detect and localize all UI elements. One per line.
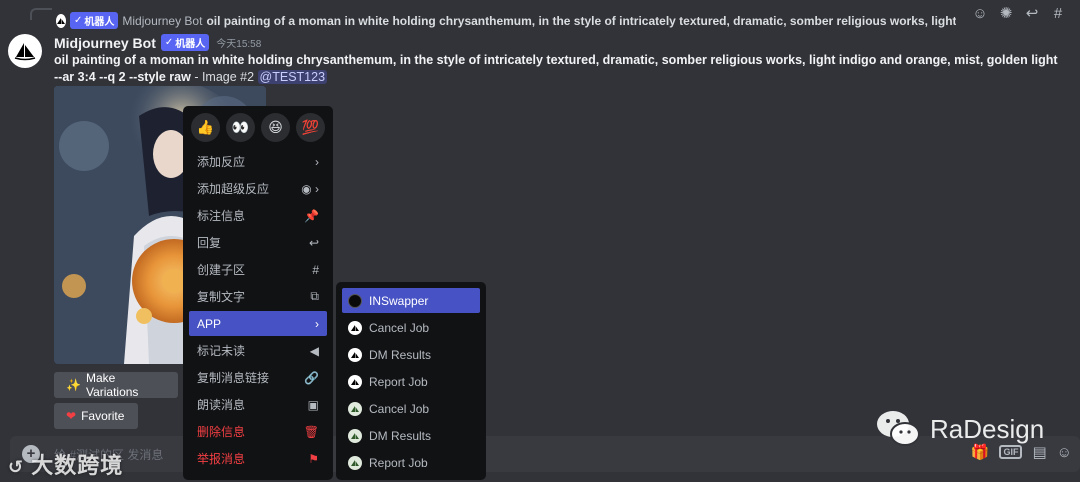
chevron-right-icon: › — [315, 316, 319, 331]
menu-add-super-reaction[interactable]: 添加超级反应 ◉ › — [189, 176, 327, 201]
mark-unread-icon: ◀ — [309, 343, 319, 358]
midjourney-icon — [348, 347, 362, 362]
emoji-icon[interactable]: ☺ — [1057, 444, 1072, 461]
submenu-item-label: Cancel Job — [369, 401, 430, 416]
favorite-button[interactable]: ❤ Favorite — [54, 403, 138, 429]
submenu-item-label: Report Job — [369, 455, 428, 470]
message-header: Midjourney Bot ✓ 机器人 今天15:58 — [54, 34, 261, 51]
hundred-icon[interactable]: 💯 — [296, 113, 325, 142]
submenu-item-label: Cancel Job — [369, 320, 430, 335]
watermark-left-text: 大数跨境 — [31, 453, 124, 478]
submenu-item-label: Report Job — [369, 374, 428, 389]
chevron-right-icon: › — [315, 154, 319, 169]
bot-mini-avatar — [56, 13, 66, 28]
reply-icon[interactable]: ↩ — [1022, 4, 1042, 22]
eyes-icon[interactable]: 👀 — [226, 113, 255, 142]
pin-icon: 📌 — [304, 208, 319, 223]
trash-icon: 🗑 — [303, 424, 319, 439]
reply-bot-name[interactable]: Midjourney Bot — [122, 14, 202, 28]
submenu-item-label: DM Results — [369, 428, 432, 443]
make-variations-label: Make Variations — [85, 371, 139, 399]
message-toolbar: ☺ ✺ ↩ # — [964, 2, 1074, 24]
watermark-left: ↺ 大数跨境 — [8, 448, 123, 480]
menu-create-thread[interactable]: 创建子区 # — [189, 257, 327, 282]
menu-speak-message[interactable]: 朗读消息 ▣ — [189, 392, 327, 417]
watermark-right-text: RaDesign — [930, 413, 1045, 444]
menu-mark-unread[interactable]: 标记未读 ◀ — [189, 338, 327, 363]
message-content: oil painting of a moman in white holding… — [54, 52, 1064, 86]
bot-tag: ✓ 机器人 — [160, 34, 210, 51]
username[interactable]: Midjourney Bot — [54, 35, 156, 51]
menu-item-label: 创建子区 — [197, 263, 246, 277]
menu-copy-link[interactable]: 复制消息链接 🔗 — [189, 365, 327, 390]
sparkle-icon: ✨ — [66, 378, 81, 392]
menu-delete-message[interactable]: 删除信息 🗑 — [189, 419, 327, 444]
quick-reactions: 👍 👀 😆 💯 — [189, 112, 327, 143]
menu-report-message[interactable]: 举报消息 ⚑ — [189, 446, 327, 471]
midjourney-icon — [348, 374, 362, 389]
bot-tag: ✓ 机器人 — [70, 12, 119, 29]
niji-icon — [348, 428, 362, 443]
menu-item-label: 复制文字 — [197, 290, 246, 304]
favorite-label: Favorite — [81, 409, 125, 423]
reply-icon: ↩ — [308, 235, 319, 250]
speak-icon: ▣ — [307, 397, 319, 412]
app-report-job[interactable]: Report Job — [342, 369, 480, 394]
link-icon: 🔗 — [304, 370, 319, 385]
heart-icon: ❤ — [66, 409, 77, 423]
menu-item-label: APP — [197, 316, 222, 331]
menu-reply[interactable]: 回复 ↩ — [189, 230, 327, 255]
menu-app[interactable]: APP › — [189, 311, 327, 336]
submenu-item-label: DM Results — [369, 347, 432, 362]
reply-prompt: oil painting of a moman in white holding… — [206, 13, 956, 28]
niji-icon — [348, 455, 362, 470]
menu-item-label: 删除信息 — [197, 425, 246, 439]
inswapper-icon — [348, 293, 362, 308]
grin-icon[interactable]: 😆 — [261, 113, 290, 142]
reply-connector — [30, 8, 52, 20]
menu-item-label: 朗读消息 — [197, 398, 246, 412]
message-suffix: - Image #2 — [190, 70, 258, 84]
menu-item-label: 举报消息 — [197, 452, 246, 466]
app-niji-cancel-job[interactable]: Cancel Job — [342, 396, 480, 421]
midjourney-icon — [348, 320, 362, 335]
super-reaction-icon[interactable]: ✺ — [996, 4, 1016, 22]
menu-item-label: 标记未读 — [197, 344, 246, 358]
app-inswapper[interactable]: INSwapper — [342, 288, 480, 313]
avatar[interactable] — [8, 34, 42, 68]
watermark-logo-icon: ↺ — [8, 457, 25, 477]
thumbs-up-icon[interactable]: 👍 — [191, 113, 220, 142]
make-variations-button[interactable]: ✨ Make Variations — [54, 371, 178, 399]
app-niji-report-job[interactable]: Report Job — [342, 450, 480, 475]
app-dm-results[interactable]: DM Results — [342, 342, 480, 367]
user-mention[interactable]: @TEST123 — [257, 70, 328, 84]
menu-item-label: 标注信息 — [197, 209, 246, 223]
reply-reference[interactable]: ✓ 机器人 Midjourney Bot oil painting of a m… — [56, 12, 956, 29]
submenu-item-label: INSwapper — [369, 293, 429, 308]
menu-item-label: 回复 — [197, 236, 222, 250]
app-niji-dm-results[interactable]: DM Results — [342, 423, 480, 448]
watermark-right: RaDesign — [874, 408, 1044, 450]
app-submenu: INSwapper Cancel Job DM Results Report J… — [336, 282, 486, 480]
niji-icon — [348, 401, 362, 416]
menu-copy-text[interactable]: 复制文字 ⧉ — [189, 284, 327, 309]
app-cancel-job[interactable]: Cancel Job — [342, 315, 480, 340]
add-reaction-icon[interactable]: ☺ — [970, 5, 990, 22]
wechat-icon — [877, 411, 920, 446]
menu-item-label: 添加超级反应 — [197, 182, 270, 196]
context-menu: 👍 👀 😆 💯 添加反应 › 添加超级反应 ◉ › 标注信息 📌 回复 ↩ 创建子区 # … — [183, 106, 333, 480]
timestamp: 今天15:58 — [216, 39, 262, 50]
menu-item-label: 复制消息链接 — [197, 371, 270, 385]
flag-icon: ⚑ — [308, 451, 319, 466]
menu-pin-message[interactable]: 标注信息 📌 — [189, 203, 327, 228]
super-reaction-icon: ◉ › — [301, 181, 319, 196]
thread-icon: # — [312, 262, 319, 277]
thread-icon[interactable]: # — [1048, 5, 1068, 22]
menu-item-label: 添加反应 — [197, 155, 246, 169]
menu-add-reaction[interactable]: 添加反应 › — [189, 149, 327, 174]
copy-icon: ⧉ — [310, 289, 319, 303]
